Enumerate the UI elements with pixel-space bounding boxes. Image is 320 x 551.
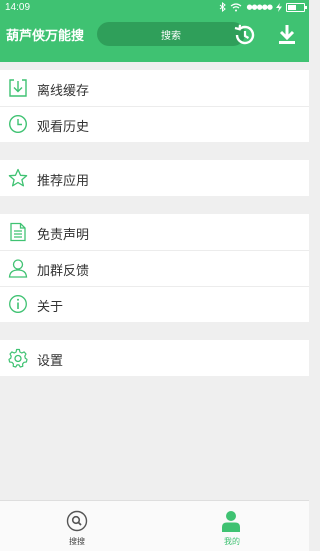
menu-item-settings[interactable]: 设置 bbox=[0, 340, 309, 376]
download-box-icon bbox=[9, 79, 27, 97]
charging-icon bbox=[276, 2, 282, 12]
menu-item-label: 离线缓存 bbox=[37, 84, 90, 99]
signal-strength: ●●●●● bbox=[246, 3, 273, 11]
document-icon bbox=[10, 222, 26, 242]
menu-item-label: 推荐应用 bbox=[37, 174, 90, 189]
menu-item-about[interactable]: 关于 bbox=[0, 286, 309, 322]
tab-search[interactable]: 搜搜 bbox=[0, 501, 154, 551]
person-icon bbox=[8, 259, 28, 278]
battery-icon bbox=[286, 2, 307, 12]
app-header: 14:09 ●●●●● 葫芦侠万能搜 搜索 bbox=[0, 0, 309, 62]
tab-label: 我的 bbox=[224, 537, 240, 546]
menu-item-watch-history[interactable]: 观看历史 bbox=[0, 106, 309, 142]
clock-icon bbox=[8, 114, 28, 134]
bluetooth-icon bbox=[220, 2, 227, 12]
user-icon bbox=[222, 511, 240, 532]
search-button[interactable]: 搜索 bbox=[97, 22, 245, 46]
menu-item-label: 关于 bbox=[37, 300, 64, 315]
menu-group-info: 免责声明 加群反馈 关于 bbox=[0, 214, 309, 322]
tab-mine[interactable]: 我的 bbox=[155, 501, 309, 551]
search-button-label: 搜索 bbox=[161, 30, 181, 42]
download-icon[interactable] bbox=[274, 22, 300, 48]
status-time: 14:09 bbox=[5, 2, 31, 13]
history-icon[interactable] bbox=[231, 22, 257, 48]
menu-item-label: 加群反馈 bbox=[37, 264, 90, 279]
search-icon bbox=[66, 510, 88, 532]
status-icons: ●●●●● bbox=[219, 2, 307, 12]
menu-item-disclaimer[interactable]: 免责声明 bbox=[0, 214, 309, 250]
menu-item-group-feedback[interactable]: 加群反馈 bbox=[0, 250, 309, 286]
tab-label: 搜搜 bbox=[69, 537, 85, 546]
star-icon bbox=[8, 168, 28, 187]
menu-item-recommended-apps[interactable]: 推荐应用 bbox=[0, 160, 309, 196]
menu-group-recommend: 推荐应用 bbox=[0, 160, 309, 196]
menu-item-offline-cache[interactable]: 离线缓存 bbox=[0, 70, 309, 106]
menu-group-cache: 离线缓存 观看历史 bbox=[0, 70, 309, 142]
status-bar: 14:09 ●●●●● bbox=[0, 0, 309, 16]
wifi-icon bbox=[231, 2, 242, 11]
menu-group-settings: 设置 bbox=[0, 340, 309, 376]
menu-item-label: 设置 bbox=[37, 354, 64, 369]
bottom-tab-bar: 搜搜 我的 bbox=[0, 500, 309, 551]
info-icon bbox=[9, 295, 27, 313]
gear-icon bbox=[8, 348, 28, 368]
menu-item-label: 观看历史 bbox=[37, 120, 90, 135]
app-title: 葫芦侠万能搜 bbox=[6, 29, 85, 44]
menu-item-label: 免责声明 bbox=[37, 228, 90, 243]
